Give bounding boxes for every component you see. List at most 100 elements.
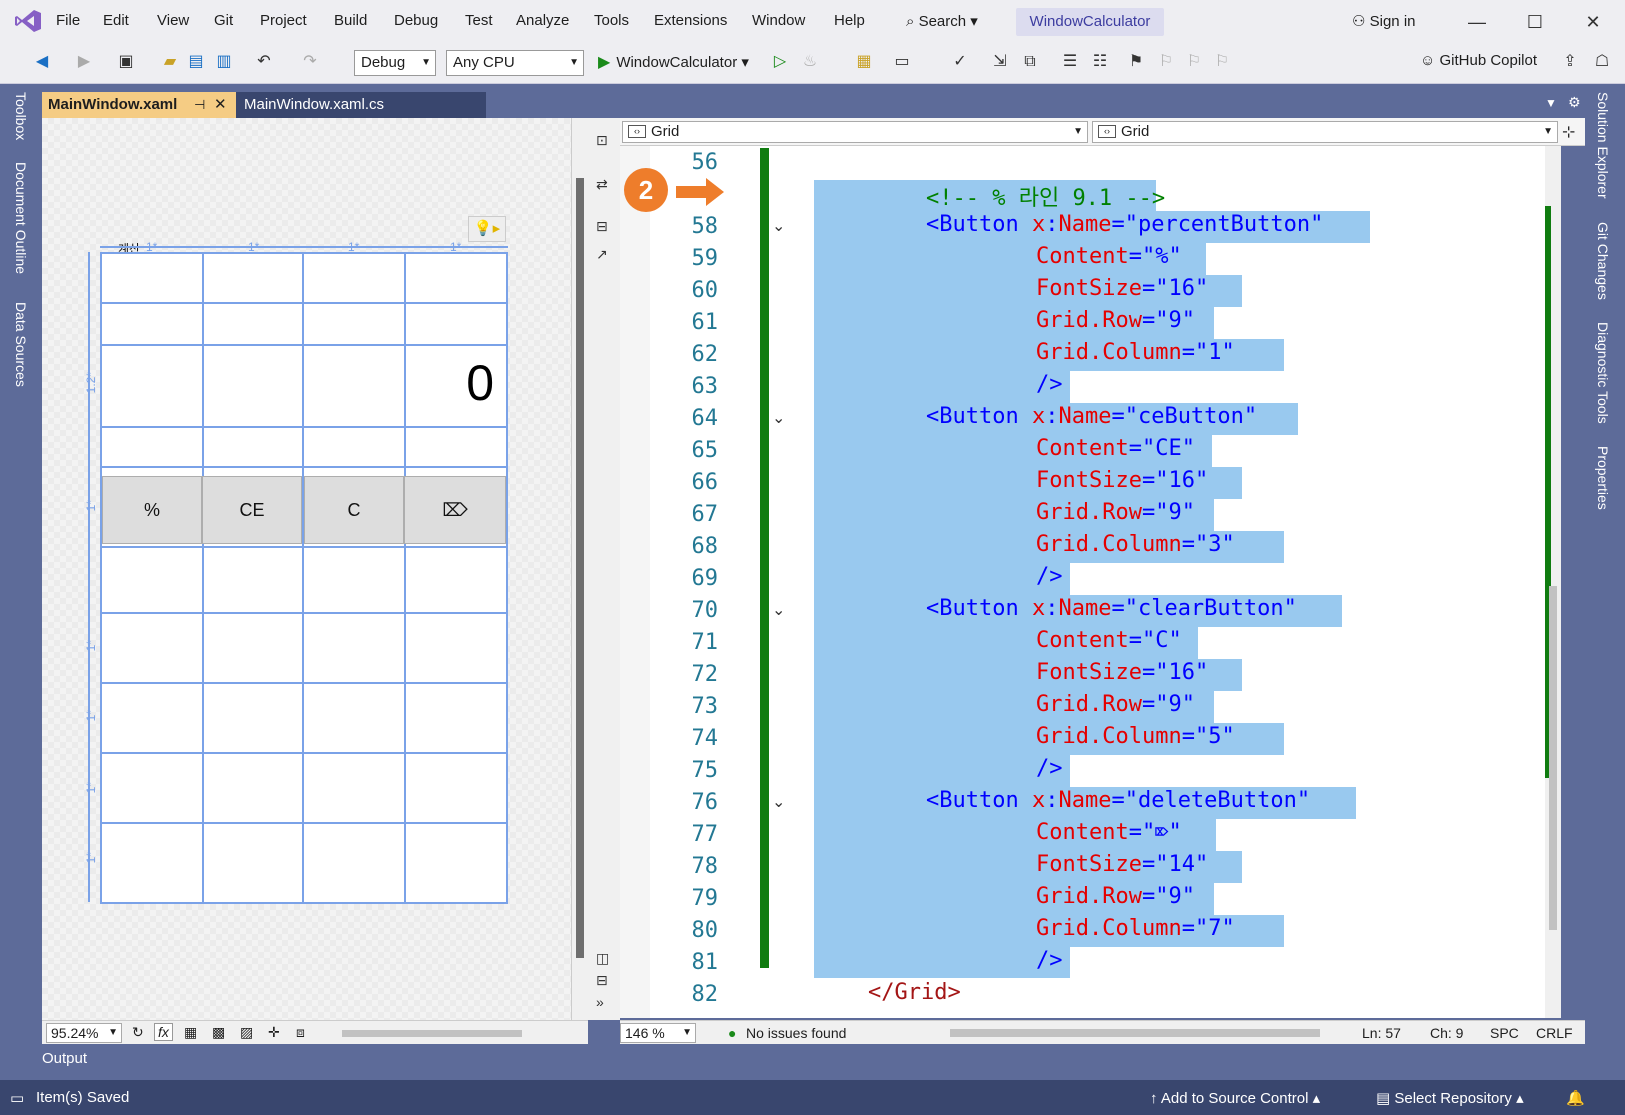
menu-edit[interactable]: Edit: [103, 12, 129, 29]
tab-list-dropdown-icon[interactable]: ▼: [1545, 96, 1557, 110]
swap-panes-icon[interactable]: ⇄: [596, 176, 612, 192]
settings-gear-icon[interactable]: ⚙: [1568, 94, 1581, 111]
fold-chevron-icon[interactable]: ⌄: [772, 216, 785, 236]
percent-button[interactable]: %: [102, 476, 202, 544]
maximize-button[interactable]: ☐: [1520, 8, 1550, 36]
menu-test[interactable]: Test: [465, 12, 493, 29]
device-preview-icon[interactable]: ⧈: [296, 1024, 305, 1041]
row-size-label[interactable]: 1*: [84, 782, 98, 793]
clear-button[interactable]: C: [304, 476, 404, 544]
minimize-button[interactable]: —: [1462, 8, 1492, 36]
vertical-split-icon[interactable]: ◫: [596, 950, 612, 966]
pin-icon[interactable]: ⊣: [194, 92, 205, 118]
fold-chevron-icon[interactable]: ⌄: [772, 600, 785, 620]
scroll-thumb[interactable]: [1549, 586, 1557, 930]
close-icon[interactable]: ✕: [214, 92, 227, 118]
element-nav-right[interactable]: ‹› Grid ▼: [1092, 121, 1558, 143]
copilot-button[interactable]: ☺ GitHub Copilot: [1420, 52, 1537, 69]
spellcheck-icon[interactable]: ✓: [950, 52, 970, 72]
solution-explorer-tab[interactable]: Solution Explorer: [1595, 92, 1611, 199]
fold-chevron-icon[interactable]: ⌄: [772, 408, 785, 428]
feedback-icon[interactable]: ☖: [1592, 52, 1612, 72]
uncomment-icon[interactable]: ☷: [1090, 52, 1110, 72]
delete-button[interactable]: ⌦: [404, 476, 506, 544]
menu-debug[interactable]: Debug: [394, 12, 438, 29]
save-icon[interactable]: ▤: [186, 52, 206, 72]
back-icon[interactable]: ◀: [32, 52, 52, 72]
designer-scrollbar[interactable]: [572, 118, 588, 1020]
tools-icon[interactable]: ⧉: [1020, 52, 1040, 72]
diagnostic-tools-tab[interactable]: Diagnostic Tools: [1595, 322, 1611, 424]
editor-zoom-select[interactable]: 146 % ▼: [620, 1023, 696, 1043]
scroll-thumb[interactable]: [576, 178, 584, 958]
row-size-label[interactable]: 1*: [84, 500, 98, 511]
menu-view[interactable]: View: [157, 12, 189, 29]
platform-select[interactable]: Any CPU ▼: [446, 50, 584, 76]
bookmark-icon[interactable]: ⚑: [1126, 52, 1146, 72]
layout-icon[interactable]: ▭: [892, 52, 912, 72]
collapse-pane-icon[interactable]: ⊟: [596, 218, 612, 234]
expand-code-icon[interactable]: »: [596, 994, 612, 1010]
horizontal-split-icon[interactable]: ⊟: [596, 972, 612, 988]
next-bookmark-icon[interactable]: ⚐: [1184, 52, 1204, 72]
save-all-icon[interactable]: ▥: [214, 52, 234, 72]
row-size-label[interactable]: 1*: [84, 710, 98, 721]
line-ending-indicator[interactable]: CRLF: [1536, 1025, 1573, 1041]
designer-hscroll-thumb[interactable]: [342, 1030, 522, 1037]
editor-scrollbar[interactable]: [1545, 146, 1561, 1018]
new-project-icon[interactable]: ▣: [116, 52, 136, 72]
step-icon[interactable]: ⇲: [990, 52, 1010, 72]
configuration-select[interactable]: Debug ▼: [354, 50, 436, 76]
comment-icon[interactable]: ☰: [1060, 52, 1080, 72]
prev-bookmark-icon[interactable]: ⚐: [1156, 52, 1176, 72]
document-outline-tab[interactable]: Document Outline: [13, 162, 29, 274]
menu-extensions[interactable]: Extensions: [654, 12, 727, 29]
hot-reload-icon[interactable]: ♨: [800, 52, 820, 72]
calculator-preview[interactable]: 0 % CE C ⌦: [100, 252, 508, 904]
notifications-bell-icon[interactable]: 🔔: [1566, 1089, 1585, 1107]
popout-icon[interactable]: ↗: [596, 246, 612, 262]
menu-window[interactable]: Window: [752, 12, 805, 29]
designer-zoom-select[interactable]: 95.24% ▼: [46, 1023, 122, 1043]
refresh-icon[interactable]: ↻: [132, 1024, 144, 1041]
line-indicator[interactable]: Ln: 57: [1362, 1025, 1401, 1041]
menu-tools[interactable]: Tools: [594, 12, 629, 29]
issues-status[interactable]: No issues found: [746, 1025, 846, 1041]
output-tab[interactable]: Output: [42, 1050, 87, 1067]
forward-icon[interactable]: ▶: [74, 52, 94, 72]
grid-toggle-icon[interactable]: ▦: [184, 1024, 197, 1041]
expand-pane-icon[interactable]: ⊡: [596, 132, 612, 148]
sign-in-link[interactable]: ⚇ Sign in: [1352, 12, 1416, 30]
solution-explorer-icon[interactable]: ▦: [854, 52, 874, 72]
redo-icon[interactable]: ↷: [300, 52, 320, 72]
menu-file[interactable]: File: [56, 12, 80, 29]
select-repository-button[interactable]: ▤ Select Repository ▴: [1376, 1089, 1524, 1107]
whitespace-indicator[interactable]: SPC: [1490, 1025, 1519, 1041]
close-window-button[interactable]: ✕: [1578, 8, 1608, 36]
editor-hscroll-thumb[interactable]: [950, 1029, 1320, 1037]
menu-help[interactable]: Help: [834, 12, 865, 29]
open-folder-icon[interactable]: ▰: [160, 52, 180, 72]
tab-mainwindow-xaml-cs[interactable]: MainWindow.xaml.cs: [236, 92, 486, 118]
data-sources-tab[interactable]: Data Sources: [13, 302, 29, 387]
menu-project[interactable]: Project: [260, 12, 307, 29]
transparency-icon[interactable]: ▨: [240, 1024, 253, 1041]
lightbulb-icon[interactable]: 💡▸: [468, 216, 506, 242]
start-without-debugging-icon[interactable]: ▷: [770, 52, 790, 72]
row-size-label[interactable]: 1.2*: [84, 372, 98, 393]
toolbox-tab[interactable]: Toolbox: [13, 92, 29, 140]
undo-icon[interactable]: ↶: [254, 52, 274, 72]
menu-build[interactable]: Build: [334, 12, 367, 29]
git-changes-tab[interactable]: Git Changes: [1595, 222, 1611, 300]
tab-mainwindow-xaml[interactable]: MainWindow.xaml ⊣ ✕: [42, 92, 236, 118]
source-control-button[interactable]: ↑ Add to Source Control ▴: [1150, 1089, 1320, 1107]
ce-button[interactable]: CE: [202, 476, 302, 544]
snap-gridlines-icon[interactable]: ▩: [212, 1024, 225, 1041]
element-nav-left[interactable]: ‹› Grid ▼: [622, 121, 1088, 143]
effects-toggle[interactable]: fx: [154, 1023, 173, 1041]
share-icon[interactable]: ⇪: [1560, 52, 1580, 72]
search-box[interactable]: ⌕ Search ▾: [906, 12, 978, 30]
snap-lines-icon[interactable]: ✛: [268, 1024, 280, 1041]
row-size-label[interactable]: 1*: [84, 852, 98, 863]
start-debugging-button[interactable]: ▶ WindowCalculator ▾: [598, 52, 749, 72]
